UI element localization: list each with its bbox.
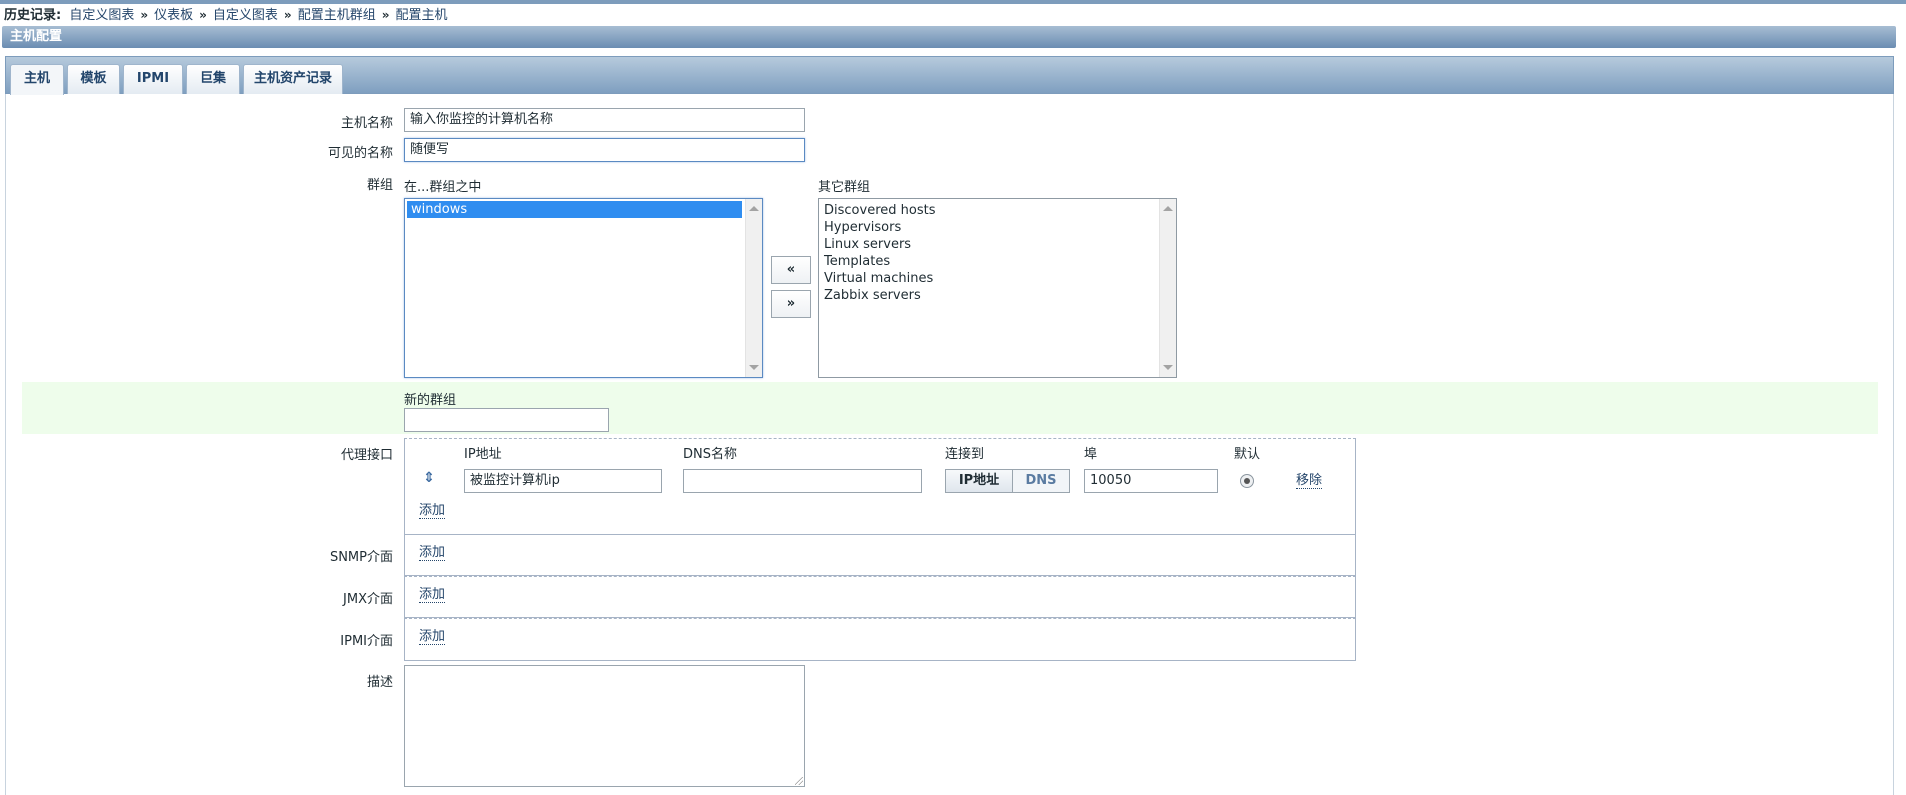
list-item[interactable]: Linux servers <box>819 236 1176 253</box>
port-column-header: 埠 <box>1084 447 1098 462</box>
list-item[interactable]: Virtual machines <box>819 270 1176 287</box>
tab-inventory[interactable]: 主机资产记录 <box>243 64 343 94</box>
tab-host[interactable]: 主机 <box>10 64 64 95</box>
description-textarea[interactable] <box>404 665 805 787</box>
history-link-4[interactable]: 配置主机群组 <box>298 8 376 23</box>
description-label: 描述 <box>366 675 393 690</box>
connect-dns-button[interactable]: DNS <box>1012 469 1070 493</box>
ip-column-header: IP地址 <box>464 447 502 462</box>
connect-ip-button[interactable]: IP地址 <box>945 469 1013 493</box>
default-column-header: 默认 <box>1234 447 1261 462</box>
new-group-label: 新的群组 <box>404 393 457 408</box>
remove-interface-link[interactable]: 移除 <box>1296 473 1323 489</box>
history-separator: » <box>140 8 149 22</box>
agent-port-input[interactable]: 10050 <box>1084 469 1218 493</box>
tab-templates[interactable]: 模板 <box>67 64 120 94</box>
history-label: 历史记录: <box>4 8 62 23</box>
list-item[interactable]: Hypervisors <box>819 219 1176 236</box>
scrollbar[interactable] <box>1159 199 1176 377</box>
in-groups-list[interactable]: windows <box>404 198 763 378</box>
agent-dns-input[interactable] <box>683 469 922 493</box>
ipmi-interface-box <box>404 618 1356 661</box>
tab-ipmi[interactable]: IPMI <box>123 64 183 94</box>
visible-name-input[interactable]: 随便写 <box>404 138 805 162</box>
top-strip <box>0 0 1906 4</box>
drag-handle-icon[interactable]: ⇕ <box>423 470 435 486</box>
snmp-interface-label: SNMP介面 <box>329 550 393 565</box>
snmp-interface-box <box>404 534 1356 576</box>
agent-interface-label: 代理接口 <box>340 448 393 463</box>
in-groups-header: 在...群组之中 <box>404 180 482 195</box>
history-separator: » <box>199 8 207 22</box>
groups-label: 群组 <box>366 178 393 193</box>
scroll-down-icon[interactable] <box>1163 365 1173 370</box>
tab-macros[interactable]: 巨集 <box>186 64 240 94</box>
list-item[interactable]: Zabbix servers <box>819 287 1176 304</box>
ipmi-interface-label: IPMI介面 <box>340 634 393 649</box>
dns-column-header: DNS名称 <box>683 447 737 462</box>
scroll-up-icon[interactable] <box>749 206 759 211</box>
default-radio[interactable] <box>1240 474 1254 488</box>
history-link-3[interactable]: 自定义图表 <box>213 8 278 23</box>
other-groups-header: 其它群组 <box>818 180 871 195</box>
add-snmp-interface-link[interactable]: 添加 <box>419 545 446 561</box>
add-agent-interface-link[interactable]: 添加 <box>419 503 446 519</box>
history-link-5[interactable]: 配置主机 <box>395 8 447 23</box>
jmx-interface-box <box>404 576 1356 618</box>
list-item[interactable]: windows <box>407 201 742 218</box>
list-item[interactable]: Templates <box>819 253 1176 270</box>
page-title: 主机配置 <box>2 26 1896 48</box>
agent-ip-input[interactable]: 被监控计算机ip <box>464 469 662 493</box>
visible-name-label: 可见的名称 <box>327 146 393 161</box>
scroll-up-icon[interactable] <box>1163 206 1173 211</box>
history-separator: » <box>283 8 292 22</box>
add-ipmi-interface-link[interactable]: 添加 <box>419 629 446 645</box>
scroll-down-icon[interactable] <box>749 365 759 370</box>
list-item[interactable]: Discovered hosts <box>819 202 1176 219</box>
new-group-input[interactable] <box>404 408 609 432</box>
history-breadcrumb: 历史记录: 自定义图表 » 仪表板 » 自定义图表 » 配置主机群组 » 配置主机 <box>4 6 447 24</box>
jmx-interface-label: JMX介面 <box>343 592 393 607</box>
history-separator: » <box>381 8 390 22</box>
history-link-1[interactable]: 自定义图表 <box>69 8 134 23</box>
add-jmx-interface-link[interactable]: 添加 <box>419 587 446 603</box>
other-groups-list[interactable]: Discovered hosts Hypervisors Linux serve… <box>818 198 1177 378</box>
resize-handle-icon[interactable] <box>795 777 803 785</box>
host-name-label: 主机名称 <box>340 116 393 131</box>
scrollbar[interactable] <box>745 199 762 377</box>
host-name-input[interactable]: 输入你监控的计算机名称 <box>404 108 805 132</box>
connect-column-header: 连接到 <box>945 447 985 462</box>
tab-bar: 主机 模板 IPMI 巨集 主机资产记录 <box>5 56 1894 95</box>
move-right-button[interactable]: » <box>771 290 811 318</box>
move-left-button[interactable]: « <box>771 256 811 284</box>
new-group-row <box>22 382 1878 434</box>
history-link-2[interactable]: 仪表板 <box>154 8 193 23</box>
